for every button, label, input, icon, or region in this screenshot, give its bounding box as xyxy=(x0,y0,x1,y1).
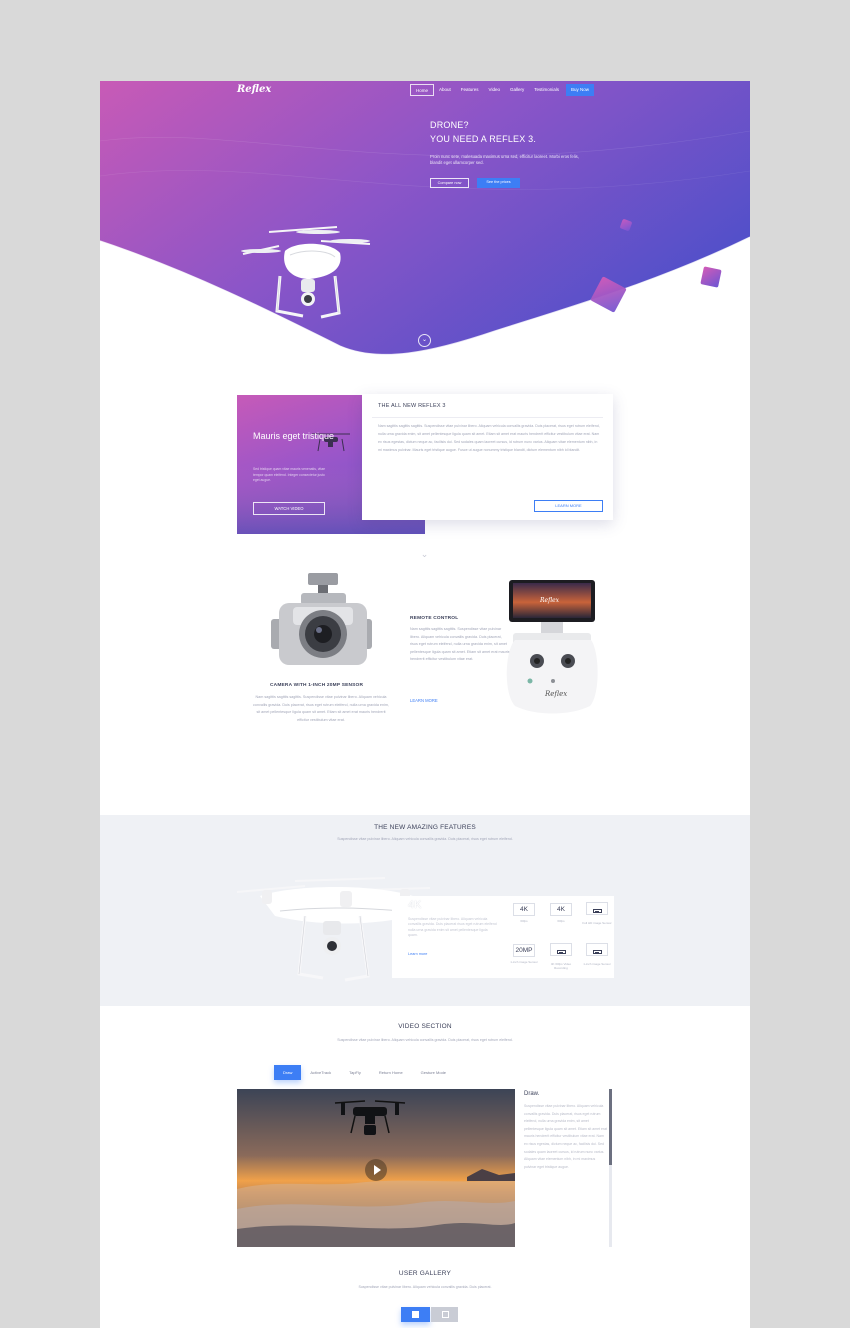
learn-more-button[interactable]: LEARN MORE xyxy=(534,500,603,512)
remote-learn-more-link[interactable]: LEARN MORE xyxy=(410,698,438,703)
landing-page: Reflex Home About Features Video Gallery… xyxy=(100,81,750,1328)
nav-video[interactable]: Video xyxy=(484,84,505,96)
spec-item: 4K 60fps Video Recording xyxy=(546,939,576,976)
camera-title: CAMERA WITH 1-INCH 20MP SENSOR xyxy=(270,683,364,688)
play-icon[interactable] xyxy=(365,1159,387,1181)
scrollbar-thumb[interactable] xyxy=(609,1089,612,1165)
spec-label: 4K 60fps Video Recording xyxy=(550,962,572,971)
nav-menu: Home About Features Video Gallery Testim… xyxy=(410,84,595,96)
hero-background xyxy=(100,81,750,356)
camera-text: Nam sagittis sagittis sagittis. Suspendi… xyxy=(253,695,389,722)
chevron-down-icon: ⌄ xyxy=(420,549,429,559)
hero-title-line2: YOU NEED A REFLEX 3. xyxy=(430,134,537,144)
spec-item: 20MP 1-inch image Sensor xyxy=(509,939,539,976)
about-card-title: THE ALL NEW REFLEX 3 xyxy=(378,403,446,409)
about-image-title: Mauris eget tristique xyxy=(253,431,335,441)
hero-description: Proin nunc sete, malesuada maximus urna … xyxy=(430,154,579,165)
video-player[interactable] xyxy=(237,1089,515,1247)
spec-icon-box xyxy=(586,902,608,915)
nav-about[interactable]: About xyxy=(434,84,456,96)
remote-title: REMOTE CONTROL xyxy=(410,616,459,621)
about-card: THE ALL NEW REFLEX 3 Nam sagittis sagitt… xyxy=(362,394,613,520)
tab-tapfly[interactable]: TapFly xyxy=(340,1065,370,1080)
decorative-cube xyxy=(700,266,722,288)
spec-label: 1-inch image Sensor xyxy=(583,962,611,966)
gallery-title: USER GALLERY xyxy=(398,1270,452,1277)
spec-label: 1-inch image Sensor xyxy=(510,960,538,964)
camera-gimbal-image xyxy=(271,573,372,665)
compare-now-button[interactable]: Compare now xyxy=(430,178,469,188)
features-subtitle: Suspendisse vitae pulvinar libero. Aliqu… xyxy=(337,837,513,841)
features-title: THE NEW AMAZING FEATURES xyxy=(374,824,476,831)
gallery-single-view-button[interactable] xyxy=(401,1307,430,1322)
remote-screen-logo: Reflex xyxy=(540,597,560,604)
spec-value: 4K xyxy=(550,903,572,916)
gallery-grid-view-button[interactable] xyxy=(431,1307,458,1322)
battery-icon xyxy=(556,949,566,954)
hero-section: Reflex Home About Features Video Gallery… xyxy=(100,81,750,371)
see-prices-button[interactable]: See the prices xyxy=(477,178,520,188)
spec-item: 1-inch image Sensor xyxy=(582,939,612,976)
feature-highlight-value: 4K xyxy=(408,899,422,911)
battery-icon xyxy=(592,908,602,913)
top-navbar: Reflex Home About Features Video Gallery… xyxy=(100,81,750,101)
divider xyxy=(372,417,603,418)
spec-value: 20MP xyxy=(512,944,536,957)
nav-features[interactable]: Features xyxy=(456,84,484,96)
feature-learn-more-link[interactable]: Learn more xyxy=(408,952,427,956)
spec-item: 4K 60fps xyxy=(546,898,576,935)
hero-title-line1: DRONE? xyxy=(430,120,469,130)
spec-value: 4K xyxy=(513,903,535,916)
tab-draw[interactable]: Draw xyxy=(274,1065,302,1080)
gallery-subtitle: Suspendisse vitae pulvinar libero. Aliqu… xyxy=(358,1285,492,1289)
scroll-down-icon[interactable]: ⌄ xyxy=(418,334,431,347)
buy-now-button[interactable]: Buy Now xyxy=(566,84,595,96)
about-card-text: Nam sagittis sagittis sagittis. Suspendi… xyxy=(378,424,600,452)
spec-label: Full HD image Sensor xyxy=(582,921,612,925)
spec-label: 60fps xyxy=(557,919,565,923)
hero-title: DRONE? YOU NEED A REFLEX 3. xyxy=(430,118,536,146)
tab-gesture-mode[interactable]: Gesture Mode xyxy=(412,1065,455,1080)
tab-return-home[interactable]: Return Home xyxy=(370,1065,412,1080)
brand-logo[interactable]: Reflex xyxy=(237,84,271,95)
video-side-text: Suspendisse vitae pulvinar libero. Aliqu… xyxy=(524,1104,608,1169)
nav-home[interactable]: Home xyxy=(410,84,435,96)
nav-gallery[interactable]: Gallery xyxy=(505,84,529,96)
video-section-subtitle: Suspendisse vitae pulvinar libero. Aliqu… xyxy=(337,1038,513,1042)
spec-icon-box xyxy=(586,943,608,956)
feature-highlight-text: Suspendisse vitae pulvinar libero. Aliqu… xyxy=(408,917,497,937)
spec-label: 60fps xyxy=(520,919,528,923)
nav-testimonials[interactable]: Testimonials xyxy=(529,84,564,96)
about-image-text: Sed tristique quam vitae mauris venenati… xyxy=(253,467,325,482)
video-side-title: Draw. xyxy=(524,1091,540,1097)
battery-icon xyxy=(592,949,602,954)
video-section-title: VIDEO SECTION xyxy=(398,1023,452,1030)
tab-activetrack[interactable]: ActiveTrack xyxy=(301,1065,340,1080)
spec-icon-box xyxy=(550,943,572,956)
watch-video-button[interactable]: WATCH VIDEO xyxy=(253,502,325,515)
spec-item: 4K 60fps xyxy=(509,898,539,935)
svg-text:Reflex: Reflex xyxy=(544,690,567,698)
video-tabs: Draw ActiveTrack TapFly Return Home Gest… xyxy=(274,1065,455,1080)
grid-icon xyxy=(442,1311,449,1318)
square-icon xyxy=(412,1311,419,1318)
spec-item: Full HD image Sensor xyxy=(582,898,612,935)
